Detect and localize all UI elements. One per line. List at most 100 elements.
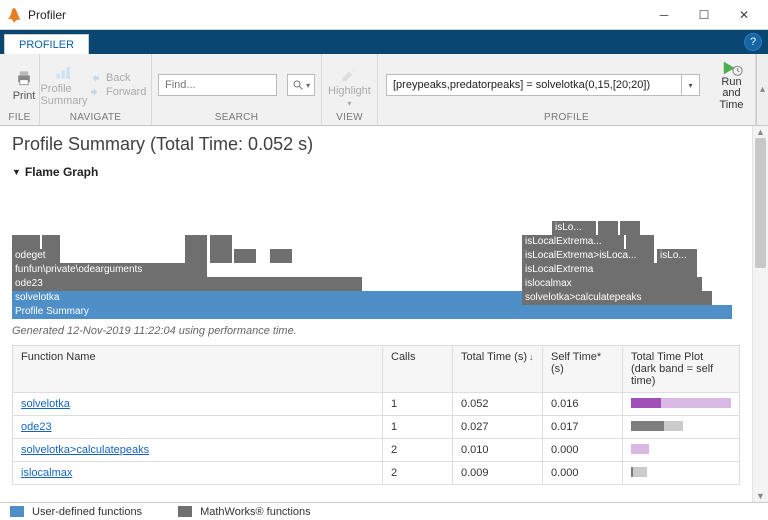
matlab-icon <box>6 7 22 23</box>
th-total-time[interactable]: Total Time (s)↓ <box>453 346 543 393</box>
cell-self: 0.000 <box>543 462 623 485</box>
table-row: islocalmax20.0090.000 <box>13 462 740 485</box>
legend-user-color <box>10 506 24 517</box>
group-label-view: VIEW <box>322 112 377 125</box>
flame-g1[interactable] <box>185 249 207 263</box>
run-icon <box>721 59 743 77</box>
flame-g3[interactable] <box>234 249 256 263</box>
scroll-thumb[interactable] <box>755 138 766 268</box>
forward-button[interactable]: Forward <box>88 86 146 98</box>
flame-solvelotka[interactable]: solvelotka <box>12 291 522 305</box>
table-row: solvelotka 10.0520.016 <box>13 393 740 416</box>
cell-calls: 2 <box>383 439 453 462</box>
flame-g2[interactable] <box>210 249 232 263</box>
legend-mw-label: MathWorks® functions <box>200 506 311 518</box>
flame-s2[interactable] <box>42 235 60 249</box>
legend-user-label: User-defined functions <box>32 506 142 518</box>
profile-code-dropdown[interactable]: ▾ <box>682 74 700 96</box>
cell-plot <box>623 393 740 416</box>
flame-r5a[interactable] <box>626 235 654 249</box>
scroll-down-icon[interactable]: ▼ <box>753 490 768 502</box>
find-input[interactable] <box>159 79 276 91</box>
cell-total: 0.010 <box>453 439 543 462</box>
sort-down-icon: ↓ <box>529 352 534 362</box>
flame-calculatepeaks[interactable]: solvelotka>calculatepeaks <box>522 291 712 305</box>
profile-table: Function Name Calls Total Time (s)↓ Self… <box>12 345 740 485</box>
scroll-up-icon[interactable]: ▲ <box>753 126 768 138</box>
page-title: Profile Summary (Total Time: 0.052 s) <box>12 134 740 155</box>
cell-total: 0.052 <box>453 393 543 416</box>
forward-icon <box>88 86 102 98</box>
flame-islo3[interactable]: isLo... <box>552 221 596 235</box>
minimize-button[interactable]: ─ <box>644 1 684 29</box>
flame-graph[interactable]: Profile Summary solvelotka solvelotka>ca… <box>12 189 740 319</box>
toolstrip-collapse-button[interactable]: ▴ <box>756 54 768 125</box>
profile-code-input[interactable] <box>387 79 681 91</box>
cell-self: 0.000 <box>543 439 623 462</box>
table-row: ode23 10.0270.017 <box>13 416 740 439</box>
flame-r6b[interactable] <box>620 221 640 235</box>
flame-g4[interactable] <box>270 249 292 263</box>
print-button[interactable]: Print <box>6 68 42 102</box>
profile-code-wrap <box>386 74 682 96</box>
maximize-button[interactable]: ☐ <box>684 1 724 29</box>
group-label-file: FILE <box>0 112 39 125</box>
group-label-profile: PROFILE <box>378 112 755 125</box>
back-icon <box>88 72 102 84</box>
highlight-icon <box>339 63 359 83</box>
cell-total: 0.009 <box>453 462 543 485</box>
profile-summary-button[interactable]: Profile Summary <box>46 62 82 107</box>
flame-s4[interactable] <box>210 235 232 249</box>
cell-calls: 1 <box>383 393 453 416</box>
flame-islocalextrema2[interactable]: isLocalExtrema... <box>522 235 624 249</box>
function-link[interactable]: ode23 <box>21 421 52 433</box>
generated-text: Generated 12-Nov-2019 11:22:04 using per… <box>12 325 740 337</box>
th-plot[interactable]: Total Time Plot (dark band = self time) <box>623 346 740 393</box>
legend-mw-color <box>178 506 192 517</box>
run-and-time-button[interactable]: Run and Time <box>716 59 747 112</box>
cell-total: 0.027 <box>453 416 543 439</box>
flame-r6a[interactable] <box>598 221 618 235</box>
find-dropdown-button[interactable]: ▾ <box>287 74 315 96</box>
cell-self: 0.016 <box>543 393 623 416</box>
tab-profiler[interactable]: PROFILER <box>4 34 89 54</box>
cell-self: 0.017 <box>543 416 623 439</box>
vertical-scrollbar[interactable]: ▲ ▼ <box>752 126 768 502</box>
title-bar: Profiler ─ ☐ ✕ <box>0 0 768 30</box>
flame-islo2[interactable]: isLo... <box>657 249 697 263</box>
th-self-time[interactable]: Self Time* (s) <box>543 346 623 393</box>
tab-strip: PROFILER ? <box>0 30 768 54</box>
th-function-name[interactable]: Function Name <box>13 346 383 393</box>
flame-graph-section-toggle[interactable]: ▼ Flame Graph <box>12 165 740 179</box>
flame-odeget[interactable]: odeget <box>12 249 60 263</box>
function-link[interactable]: solvelotka>calculatepeaks <box>21 444 149 456</box>
print-icon <box>14 68 34 88</box>
close-button[interactable]: ✕ <box>724 1 764 29</box>
flame-islocalextrema[interactable]: isLocalExtrema <box>522 263 697 277</box>
summary-icon <box>54 62 74 82</box>
back-button[interactable]: Back <box>88 72 146 84</box>
group-label-search: SEARCH <box>152 112 321 125</box>
flame-islocalextrema-gt[interactable]: isLocalExtrema>isLoca... <box>522 249 654 263</box>
flame-s3[interactable] <box>185 235 207 249</box>
content-area: Profile Summary (Total Time: 0.052 s) ▼ … <box>0 126 752 502</box>
th-calls[interactable]: Calls <box>383 346 453 393</box>
find-input-wrap <box>158 74 277 96</box>
group-label-navigate: NAVIGATE <box>40 112 151 125</box>
flame-ode23[interactable]: ode23 <box>12 277 362 291</box>
table-row: solvelotka>calculatepeaks 20.0100.000 <box>13 439 740 462</box>
cell-plot <box>623 439 740 462</box>
flame-odearguments[interactable]: funfun\private\odearguments <box>12 263 207 277</box>
flame-profile-summary[interactable]: Profile Summary <box>12 305 732 319</box>
search-icon <box>292 79 304 91</box>
help-icon[interactable]: ? <box>744 33 762 51</box>
highlight-button[interactable]: Highlight ▾ <box>328 63 371 108</box>
flame-islocalmax[interactable]: islocalmax <box>522 277 702 291</box>
cell-calls: 1 <box>383 416 453 439</box>
cell-plot <box>623 462 740 485</box>
function-link[interactable]: solvelotka <box>21 398 70 410</box>
legend: User-defined functions MathWorks® functi… <box>0 502 768 520</box>
flame-s1[interactable] <box>12 235 40 249</box>
function-link[interactable]: islocalmax <box>21 467 72 479</box>
cell-plot <box>623 416 740 439</box>
